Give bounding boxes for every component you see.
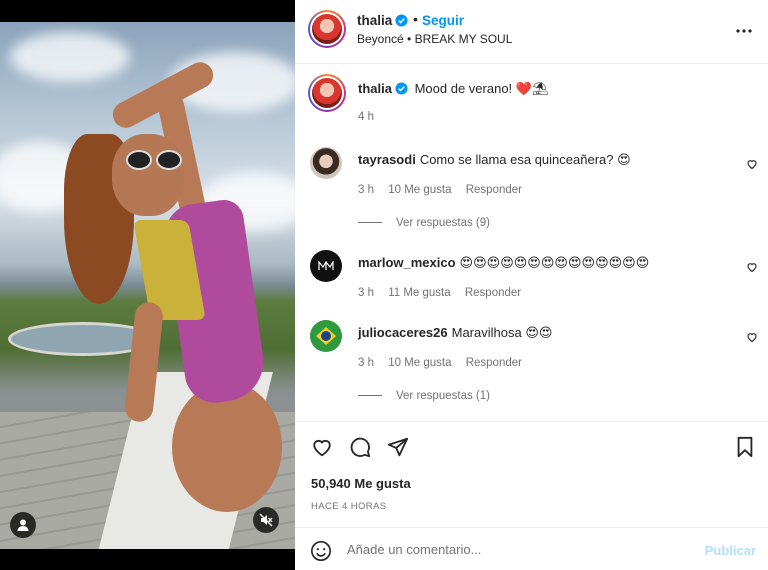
view-replies-button[interactable]: Ver respuestas (1): [358, 390, 490, 402]
comment-text: Como se llama esa quinceañera? 😍: [419, 152, 631, 167]
user-tag-icon[interactable]: [10, 512, 36, 538]
post-timestamp: HACE 4 HORAS: [311, 501, 387, 512]
comment-composer: Publicar: [295, 527, 768, 570]
post-actions: 50,940 Me gusta HACE 4 HORAS: [295, 421, 768, 527]
view-replies-button[interactable]: Ver respuestas (9): [358, 217, 490, 229]
comment-heart-icon[interactable]: [746, 331, 758, 343]
comment-avatar[interactable]: [310, 320, 342, 352]
likes-count[interactable]: 50,940 Me gusta: [311, 476, 411, 491]
caption-avatar[interactable]: [308, 74, 346, 112]
comment-likes[interactable]: 11 Me gusta: [388, 287, 450, 299]
comment-time: 3 h: [358, 184, 374, 196]
verified-badge-icon: [395, 82, 408, 95]
share-icon[interactable]: [387, 436, 409, 458]
caption-time: 4 h: [358, 111, 374, 123]
follow-button[interactable]: Seguir: [422, 13, 464, 28]
comment-username[interactable]: juliocaceres26: [358, 325, 448, 340]
comment-text: Maravilhosa 😍😍: [451, 325, 553, 340]
post-header: thalia • Seguir Beyoncé • BREAK MY SOUL: [295, 0, 768, 64]
muted-icon[interactable]: [253, 507, 279, 533]
comment-username[interactable]: tayrasodi: [358, 152, 416, 167]
reply-button[interactable]: Responder: [465, 287, 521, 299]
comment-avatar[interactable]: [310, 250, 342, 282]
post-video[interactable]: [0, 22, 295, 549]
comment-likes[interactable]: 10 Me gusta: [388, 184, 451, 196]
author-avatar[interactable]: [308, 10, 346, 48]
caption-username[interactable]: thalia: [358, 81, 392, 96]
comment-heart-icon[interactable]: [746, 261, 758, 273]
publish-button[interactable]: Publicar: [705, 543, 756, 558]
caption-text: Mood de verano! ❤️⛱: [414, 81, 549, 96]
comment-time: 3 h: [358, 357, 374, 369]
heart-icon[interactable]: [311, 436, 333, 458]
author-username[interactable]: thalia: [357, 13, 392, 28]
bookmark-icon[interactable]: [735, 436, 755, 458]
comment-text: 😍😍😍😍😍😍😍😍😍😍😍😍😍😍: [459, 255, 650, 270]
comment-likes[interactable]: 10 Me gusta: [388, 357, 451, 369]
post-panel: thalia • Seguir Beyoncé • BREAK MY SOUL …: [295, 0, 768, 570]
audio-track[interactable]: Beyoncé • BREAK MY SOUL: [357, 32, 512, 46]
emoji-icon[interactable]: [310, 540, 332, 562]
verified-badge-icon: [395, 14, 408, 27]
more-options-icon[interactable]: [736, 20, 752, 38]
reply-button[interactable]: Responder: [466, 357, 522, 369]
separator-dot: •: [413, 11, 418, 27]
comment-icon[interactable]: [349, 436, 371, 458]
comment-username[interactable]: marlow_mexico: [358, 255, 456, 270]
comments-list[interactable]: thalia Mood de verano! ❤️⛱ 4 h tayrasodi…: [295, 64, 768, 421]
comment-input[interactable]: [347, 538, 687, 560]
reply-button[interactable]: Responder: [466, 184, 522, 196]
comment-avatar[interactable]: [310, 147, 342, 179]
comment-time: 3 h: [358, 287, 374, 299]
post-media[interactable]: [0, 0, 295, 570]
comment-heart-icon[interactable]: [746, 158, 758, 170]
